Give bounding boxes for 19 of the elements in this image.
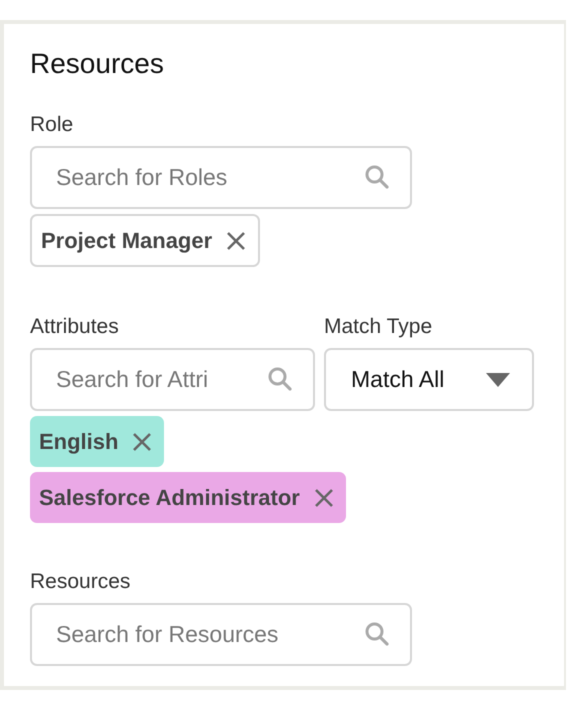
tag-label: English [39,428,118,454]
search-icon [364,621,390,647]
close-icon[interactable] [132,432,152,452]
field-label: Role [30,112,74,138]
tag-label: Project Manager [41,228,212,254]
search-field[interactable]: Search for Roles [30,146,412,209]
search-icon [267,366,293,392]
panel-title: Resources [30,47,165,81]
field-label: Match Type [324,314,432,340]
search-field[interactable]: Search for Attri [30,348,315,411]
search-icon [364,164,390,190]
match-type-dropdown[interactable]: Match All [324,348,534,411]
close-icon[interactable] [314,488,334,508]
close-icon[interactable] [226,230,246,250]
tag-label: Salesforce Administrator [39,484,300,510]
search-field[interactable]: Search for Resources [30,603,412,666]
field-label: Resources [30,569,132,595]
caret-icon [486,372,510,386]
field-label: Attributes [30,314,119,340]
